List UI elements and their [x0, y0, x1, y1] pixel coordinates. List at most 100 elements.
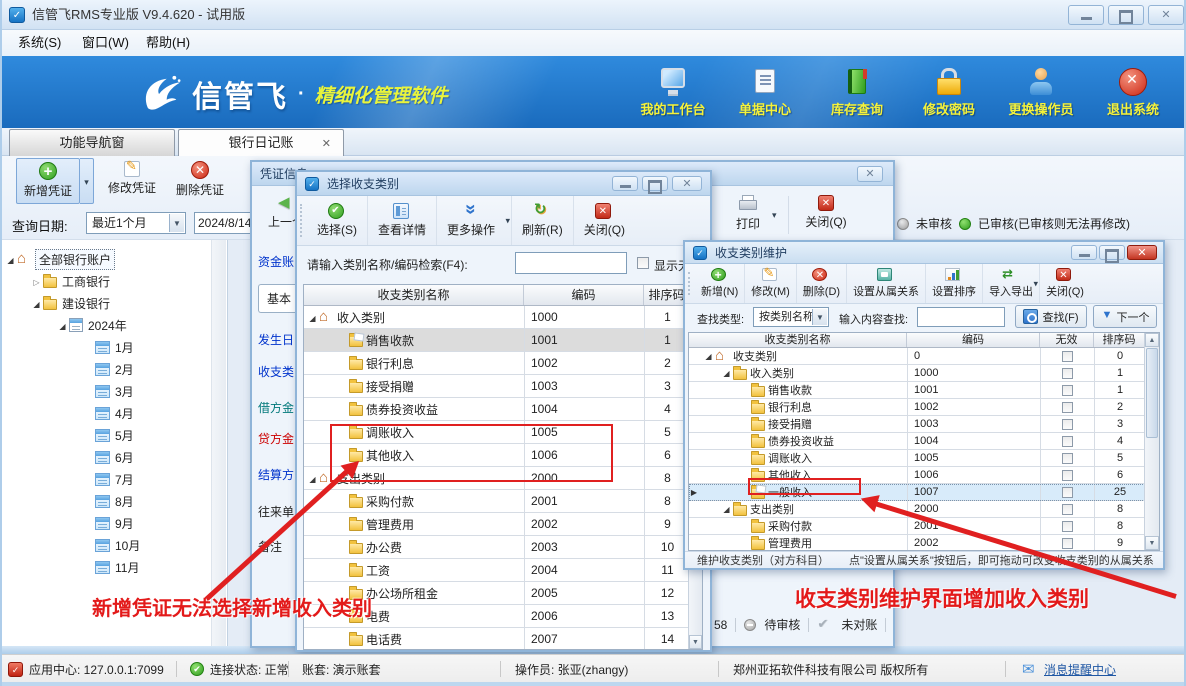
- expander-icon[interactable]: [30, 296, 43, 310]
- tree-item[interactable]: 2024年: [0, 314, 210, 336]
- banner-button[interactable]: 修改密码: [906, 66, 992, 118]
- dialog-minimize-button[interactable]: [1071, 245, 1097, 260]
- column-name[interactable]: 收支类别名称: [304, 285, 524, 305]
- voucher-close-toolbar-button[interactable]: 关闭(Q): [796, 192, 856, 238]
- column-sort[interactable]: 排序码: [1094, 333, 1145, 347]
- table-row[interactable]: 电话费 2007 14: [304, 628, 702, 650]
- expander-icon[interactable]: [4, 252, 17, 266]
- table-row[interactable]: 工资 2004 11: [304, 559, 702, 582]
- invalid-checkbox[interactable]: [1062, 351, 1073, 362]
- table-row[interactable]: 调账收入 1005 5: [689, 450, 1159, 467]
- toolbar-button[interactable]: 刷新(R): [511, 196, 573, 245]
- column-code[interactable]: 编码: [907, 333, 1040, 347]
- table-row[interactable]: 收支类别 0 0: [689, 348, 1159, 365]
- scroll-thumb[interactable]: [1146, 348, 1158, 438]
- find-button[interactable]: 查找(F): [1015, 305, 1087, 328]
- message-center-link[interactable]: 消息提醒中心: [1044, 661, 1116, 678]
- maximize-button[interactable]: [1108, 5, 1144, 25]
- invalid-checkbox[interactable]: [1062, 419, 1073, 430]
- table-scrollbar[interactable]: ▲ ▼: [1144, 333, 1159, 550]
- toolbar-button[interactable]: 更多操作: [436, 196, 511, 245]
- banner-button[interactable]: 单据中心: [722, 66, 808, 118]
- show-invalid-checkbox[interactable]: [637, 257, 649, 269]
- table-row[interactable]: 销售收款 1001 1: [304, 329, 702, 352]
- banner-button[interactable]: 库存查询: [814, 66, 900, 118]
- table-row[interactable]: 采购付款 2001 8: [304, 490, 702, 513]
- date-input[interactable]: 2024/8/14: [194, 212, 254, 234]
- expander-icon[interactable]: [306, 471, 319, 485]
- category-search-input[interactable]: [515, 252, 627, 274]
- toolbar-button[interactable]: 修改(M): [744, 264, 796, 303]
- invalid-checkbox[interactable]: [1062, 470, 1073, 481]
- table-row[interactable]: 办公费 2003 10: [304, 536, 702, 559]
- close-button[interactable]: [1148, 5, 1184, 25]
- expander-icon[interactable]: [720, 503, 733, 515]
- table-row[interactable]: 债券投资收益 1004 4: [689, 433, 1159, 450]
- column-invalid[interactable]: 无效: [1040, 333, 1094, 347]
- tree-item[interactable]: 5月: [0, 424, 210, 446]
- banner-button[interactable]: 更换操作员: [998, 66, 1084, 118]
- combo-arrow-icon[interactable]: [812, 309, 827, 325]
- column-code[interactable]: 编码: [524, 285, 644, 305]
- invalid-checkbox[interactable]: [1062, 538, 1073, 549]
- toolbar-button[interactable]: 选择(S): [307, 196, 367, 245]
- dialog-maximize-button[interactable]: [642, 176, 668, 191]
- toolbar-button[interactable]: 关闭(Q): [573, 196, 635, 245]
- print-button[interactable]: 打印: [726, 192, 770, 238]
- tab-close-icon[interactable]: [322, 130, 331, 157]
- banner-button[interactable]: 退出系统: [1090, 66, 1176, 118]
- toolbar-button[interactable]: 关闭(Q): [1039, 264, 1090, 303]
- modify-voucher-button[interactable]: 修改凭证: [100, 158, 164, 204]
- scroll-down-button[interactable]: ▼: [689, 635, 702, 649]
- toolbar-button[interactable]: 删除(D): [796, 264, 846, 303]
- add-voucher-dropdown[interactable]: ▾: [80, 158, 94, 204]
- delete-voucher-button[interactable]: 删除凭证: [168, 158, 232, 204]
- expander-icon[interactable]: [720, 367, 733, 379]
- tree-item[interactable]: 1月: [0, 336, 210, 358]
- table-row[interactable]: 销售收款 1001 1: [689, 382, 1159, 399]
- add-voucher-button[interactable]: 新增凭证: [16, 158, 80, 204]
- table-row[interactable]: 银行利息 1002 2: [304, 352, 702, 375]
- scroll-down-button[interactable]: ▼: [1145, 536, 1159, 550]
- table-row[interactable]: 银行利息 1002 2: [689, 399, 1159, 416]
- table-row[interactable]: 债券投资收益 1004 4: [304, 398, 702, 421]
- toolbar-button[interactable]: 设置排序: [925, 264, 982, 303]
- dropdown-arrow-icon[interactable]: [1034, 278, 1039, 289]
- tree-item[interactable]: 3月: [0, 380, 210, 402]
- dialog-minimize-button[interactable]: [612, 176, 638, 191]
- expander-icon[interactable]: [306, 310, 319, 324]
- menu-item[interactable]: 帮助(H): [140, 30, 196, 56]
- tree-item[interactable]: 4月: [0, 402, 210, 424]
- find-type-select[interactable]: 按类别名称: [753, 307, 829, 327]
- table-row[interactable]: 接受捐赠 1003 3: [689, 416, 1159, 433]
- tree-item[interactable]: 工商银行: [0, 270, 210, 292]
- toolbar-button[interactable]: 设置从属关系: [846, 264, 925, 303]
- dialog-close-button[interactable]: [1127, 245, 1157, 260]
- invalid-checkbox[interactable]: [1062, 385, 1073, 396]
- toolbar-button[interactable]: 导入导出: [982, 264, 1039, 303]
- tree-item[interactable]: 8月: [0, 490, 210, 512]
- find-input[interactable]: [917, 307, 1005, 327]
- invalid-checkbox[interactable]: [1062, 487, 1073, 498]
- dropdown-arrow-icon[interactable]: [506, 215, 511, 226]
- combo-arrow-icon[interactable]: [169, 214, 184, 232]
- invalid-checkbox[interactable]: [1062, 453, 1073, 464]
- dialog-close-button[interactable]: [672, 176, 702, 191]
- next-button[interactable]: 下一个: [1093, 305, 1157, 328]
- invalid-checkbox[interactable]: [1062, 504, 1073, 515]
- menu-item[interactable]: 系统(S): [12, 30, 67, 56]
- tree-item[interactable]: 9月: [0, 512, 210, 534]
- banner-button[interactable]: 我的工作台: [630, 66, 716, 118]
- table-row[interactable]: 收入类别 1000 1: [304, 306, 702, 329]
- expander-icon[interactable]: [30, 274, 43, 288]
- invalid-checkbox[interactable]: [1062, 402, 1073, 413]
- tree-item[interactable]: 11月: [0, 556, 210, 578]
- invalid-checkbox[interactable]: [1062, 368, 1073, 379]
- dialog-maximize-button[interactable]: [1099, 245, 1125, 260]
- date-range-select[interactable]: 最近1个月: [86, 212, 186, 234]
- voucher-tab-basic[interactable]: 基本: [258, 284, 297, 313]
- table-row[interactable]: 管理费用 2002 9: [689, 535, 1159, 551]
- expander-icon[interactable]: [56, 318, 69, 332]
- tab-bank-journal[interactable]: 银行日记账: [178, 129, 344, 156]
- expander-icon[interactable]: [702, 350, 715, 362]
